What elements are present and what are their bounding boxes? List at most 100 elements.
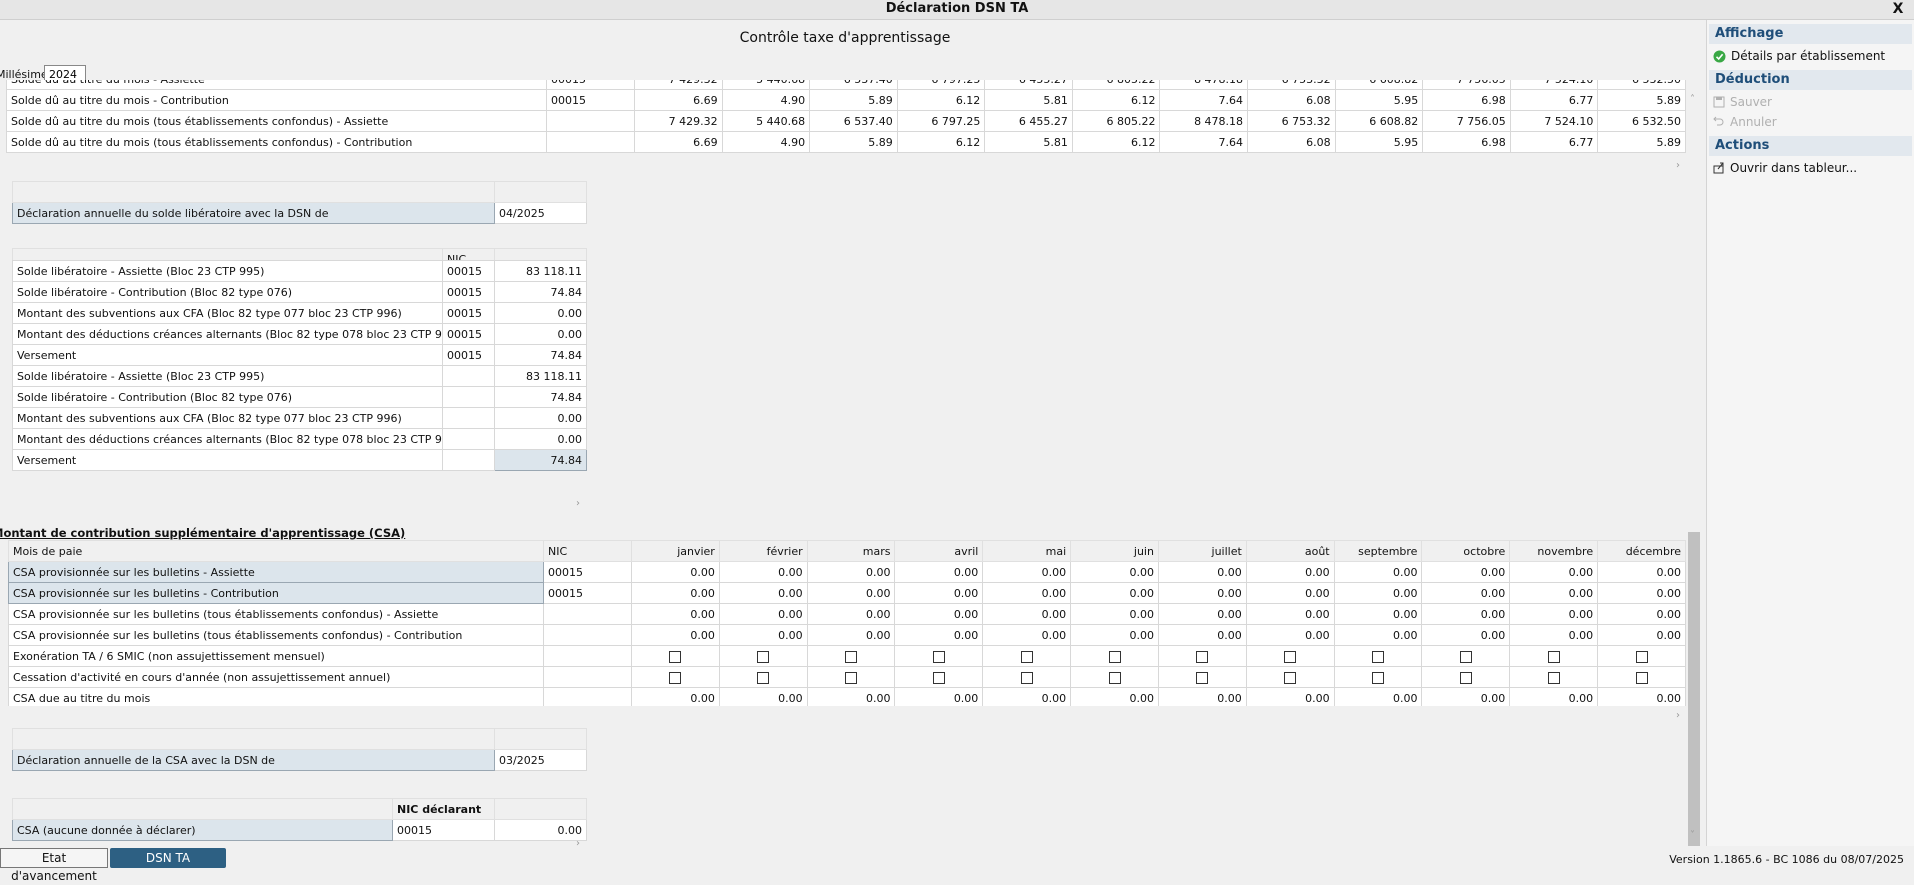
- table-row: Montant des déductions créances alternan…: [12, 323, 587, 345]
- month-checkbox-cell: [1421, 666, 1511, 688]
- row-label: Versement: [12, 344, 443, 366]
- month-checkbox[interactable]: [1459, 650, 1472, 663]
- month-value: 6.12: [896, 89, 986, 111]
- month-checkbox-cell: [806, 645, 896, 667]
- month-value: 0.00: [631, 561, 720, 583]
- month-checkbox[interactable]: [1372, 671, 1385, 684]
- sidebar-item-ouvrir-tableur[interactable]: Ouvrir dans tableur...: [1707, 158, 1914, 178]
- row-value[interactable]: 74.84: [494, 449, 587, 471]
- row-label: Solde libératoire - Contribution (Bloc 8…: [12, 386, 443, 408]
- month-value: 6.77: [1509, 131, 1599, 153]
- month-checkbox-cell: [1245, 666, 1335, 688]
- month-checkbox[interactable]: [932, 671, 945, 684]
- month-checkbox-cell: [718, 666, 808, 688]
- month-checkbox[interactable]: [757, 671, 770, 684]
- row-label: Solde libératoire - Assiette (Bloc 23 CT…: [12, 365, 443, 387]
- scroll-down-arrow[interactable]: ˅: [1690, 830, 1695, 841]
- month-value: 7.64: [1159, 89, 1249, 111]
- month-checkbox[interactable]: [1108, 650, 1121, 663]
- row-value: 0.00: [494, 323, 587, 345]
- month-checkbox[interactable]: [845, 650, 858, 663]
- sidebar: Affichage Détails par établissement Dédu…: [1706, 20, 1914, 846]
- month-checkbox-cell: [1597, 666, 1686, 688]
- month-checkbox[interactable]: [669, 671, 682, 684]
- csa-decl-value[interactable]: 03/2025: [494, 749, 587, 771]
- month-value: 4.90: [721, 131, 811, 153]
- row-label: Exonération TA / 6 SMIC (non assujettiss…: [8, 645, 544, 667]
- tab-dsn-ta[interactable]: DSN TA: [110, 848, 226, 868]
- csa-nic-header: NIC: [543, 540, 632, 562]
- month-value: 5 440.68: [721, 110, 811, 132]
- month-value: 5.81: [984, 131, 1073, 153]
- month-checkbox[interactable]: [1196, 671, 1209, 684]
- table-row: Solde dû au titre du mois (tous établiss…: [6, 131, 1686, 153]
- month-value: 0.00: [894, 603, 984, 625]
- month-checkbox[interactable]: [1284, 671, 1297, 684]
- month-checkbox[interactable]: [1020, 671, 1033, 684]
- month-header: janvier: [631, 540, 720, 562]
- csa-section-title: Montant de contribution supplémentaire d…: [0, 526, 406, 540]
- row-value: 74.84: [494, 281, 587, 303]
- row-nic: [543, 687, 632, 706]
- month-checkbox[interactable]: [1547, 650, 1560, 663]
- month-value: 0.00: [1333, 687, 1423, 706]
- row-nic: [546, 110, 635, 132]
- close-button[interactable]: X: [1888, 0, 1908, 19]
- row-nic: 00015: [442, 281, 495, 303]
- month-header: juin: [1070, 540, 1159, 562]
- month-value: 0.00: [718, 582, 808, 604]
- month-value: 7 524.10: [1509, 110, 1599, 132]
- month-checkbox[interactable]: [1108, 671, 1121, 684]
- declarant-scroll-right[interactable]: ›: [576, 838, 580, 846]
- month-checkbox[interactable]: [845, 671, 858, 684]
- row-value: 74.84: [494, 386, 587, 408]
- month-value: 0.00: [1070, 603, 1159, 625]
- month-checkbox[interactable]: [757, 650, 770, 663]
- month-checkbox[interactable]: [669, 650, 682, 663]
- row-nic: [543, 645, 632, 667]
- sidebar-item-details-etablissement[interactable]: Détails par établissement: [1707, 46, 1914, 66]
- scroll-up-arrow[interactable]: ˄: [1690, 94, 1695, 105]
- month-checkbox[interactable]: [1635, 650, 1648, 663]
- vertical-scrollbar-thumb[interactable]: [1688, 532, 1700, 846]
- month-value: 0.00: [1070, 624, 1159, 646]
- month-checkbox[interactable]: [1547, 671, 1560, 684]
- solde-decl-value[interactable]: 04/2025: [494, 202, 587, 224]
- undo-icon: [1713, 116, 1724, 126]
- month-checkbox[interactable]: [1284, 650, 1297, 663]
- table-row: Solde libératoire - Contribution (Bloc 8…: [12, 386, 587, 408]
- row-label: Solde dû au titre du mois (tous établiss…: [6, 131, 547, 153]
- month-value: 0.00: [631, 687, 720, 706]
- sidebar-item-annuler[interactable]: Annuler: [1707, 112, 1914, 132]
- month-checkbox-cell: [806, 666, 896, 688]
- month-checkbox[interactable]: [1196, 650, 1209, 663]
- scroll-right-arrow[interactable]: ›: [1676, 160, 1680, 171]
- month-checkbox-cell: [1597, 645, 1686, 667]
- month-checkbox[interactable]: [1635, 671, 1648, 684]
- month-value: 6 797.25: [896, 80, 986, 90]
- month-value: 7 429.32: [634, 80, 723, 90]
- month-checkbox[interactable]: [932, 650, 945, 663]
- month-checkbox[interactable]: [1459, 671, 1472, 684]
- month-checkbox-cell: [1157, 666, 1247, 688]
- month-value: 6 805.22: [1071, 80, 1161, 90]
- row-value: 0.00: [494, 302, 587, 324]
- month-value: 0.00: [894, 561, 984, 583]
- csa-declaration-table: Déclaration annuelle de la CSA avec la D…: [12, 728, 587, 771]
- month-value: 0.00: [1245, 624, 1335, 646]
- csa-label-header: Mois de paie: [8, 540, 544, 562]
- solde-scroll-right[interactable]: ›: [576, 498, 580, 509]
- row-label: Cessation d'activité en cours d'année (n…: [8, 666, 544, 688]
- sidebar-item-sauver[interactable]: Sauver: [1707, 92, 1914, 112]
- month-value: 7 756.05: [1422, 110, 1511, 132]
- month-value: 0.00: [1597, 603, 1686, 625]
- month-checkbox[interactable]: [1020, 650, 1033, 663]
- csa-declarant-table: NIC déclarant CSA (aucune donnée à décla…: [12, 798, 587, 841]
- tab-etat-avancement[interactable]: Etat d'avancement: [0, 848, 108, 883]
- month-checkbox[interactable]: [1372, 650, 1385, 663]
- month-value: 0.00: [1509, 687, 1599, 706]
- month-value: 0.00: [1597, 582, 1686, 604]
- month-value: 0.00: [806, 561, 896, 583]
- csa-scroll-right[interactable]: ›: [1676, 710, 1680, 721]
- row-nic: [543, 666, 632, 688]
